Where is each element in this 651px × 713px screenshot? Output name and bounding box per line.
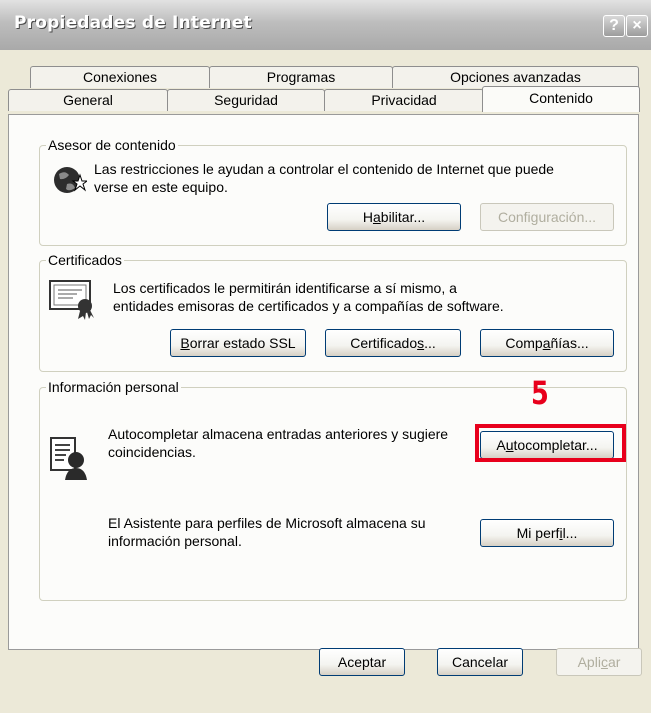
my-profile-button[interactable]: Mi perfil...: [480, 519, 614, 547]
certificates-text-1: Los certificados le permitirán identific…: [113, 280, 457, 296]
tab-conexiones[interactable]: Conexiones: [30, 66, 210, 88]
title-bar: Propiedades de Internet ? ×: [0, 0, 651, 50]
tab-seguridad[interactable]: Seguridad: [167, 89, 325, 111]
tab-privacidad[interactable]: Privacidad: [324, 89, 484, 111]
autocomplete-icon: [50, 437, 87, 480]
close-icon: ×: [632, 17, 642, 34]
tab-opciones-avanzadas[interactable]: Opciones avanzadas: [392, 66, 639, 88]
close-button[interactable]: ×: [626, 15, 648, 37]
certificates-text-2: entidades emisoras de certificados y a c…: [113, 298, 504, 314]
step-number-annotation: 5: [531, 374, 549, 412]
settings-button[interactable]: Configuración...: [480, 203, 614, 231]
cancel-button[interactable]: Cancelar: [437, 648, 523, 676]
enable-button[interactable]: Habilitar...: [327, 203, 461, 231]
tab-contenido[interactable]: Contenido: [482, 86, 640, 112]
certificates-legend: Certificados: [46, 252, 124, 268]
apply-button[interactable]: Aplicar: [556, 648, 642, 676]
internet-properties-window: Propiedades de Internet ? × Conexiones P…: [0, 0, 651, 713]
tab-general[interactable]: General: [8, 89, 168, 111]
profile-text-1: El Asistente para perfiles de Microsoft …: [108, 515, 426, 531]
clear-ssl-state-button[interactable]: Borrar estado SSL: [170, 329, 306, 357]
content-advisor-text-1: Las restricciones le ayudan a controlar …: [94, 161, 554, 177]
profile-text-2: información personal.: [108, 533, 242, 549]
help-button[interactable]: ?: [603, 15, 625, 37]
help-icon: ?: [609, 17, 619, 34]
personal-info-legend: Información personal: [46, 379, 181, 395]
personal-info-group: Información personal: [39, 379, 627, 601]
content-advisor-text-2: verse en este equipo.: [94, 179, 228, 195]
certificates-button[interactable]: Certificados...: [325, 329, 461, 357]
window-title: Propiedades de Internet: [14, 13, 252, 33]
certificate-icon: [49, 280, 94, 320]
autocomplete-text-2: coincidencias.: [108, 444, 196, 460]
autocomplete-highlight-box: [475, 424, 626, 462]
autocomplete-text-1: Autocompletar almacena entradas anterior…: [108, 426, 449, 442]
ok-button[interactable]: Aceptar: [319, 648, 405, 676]
content-advisor-icon: [54, 167, 87, 193]
publishers-button[interactable]: Compañías...: [480, 329, 614, 357]
content-advisor-legend: Asesor de contenido: [46, 137, 178, 153]
tab-programas[interactable]: Programas: [209, 66, 393, 88]
